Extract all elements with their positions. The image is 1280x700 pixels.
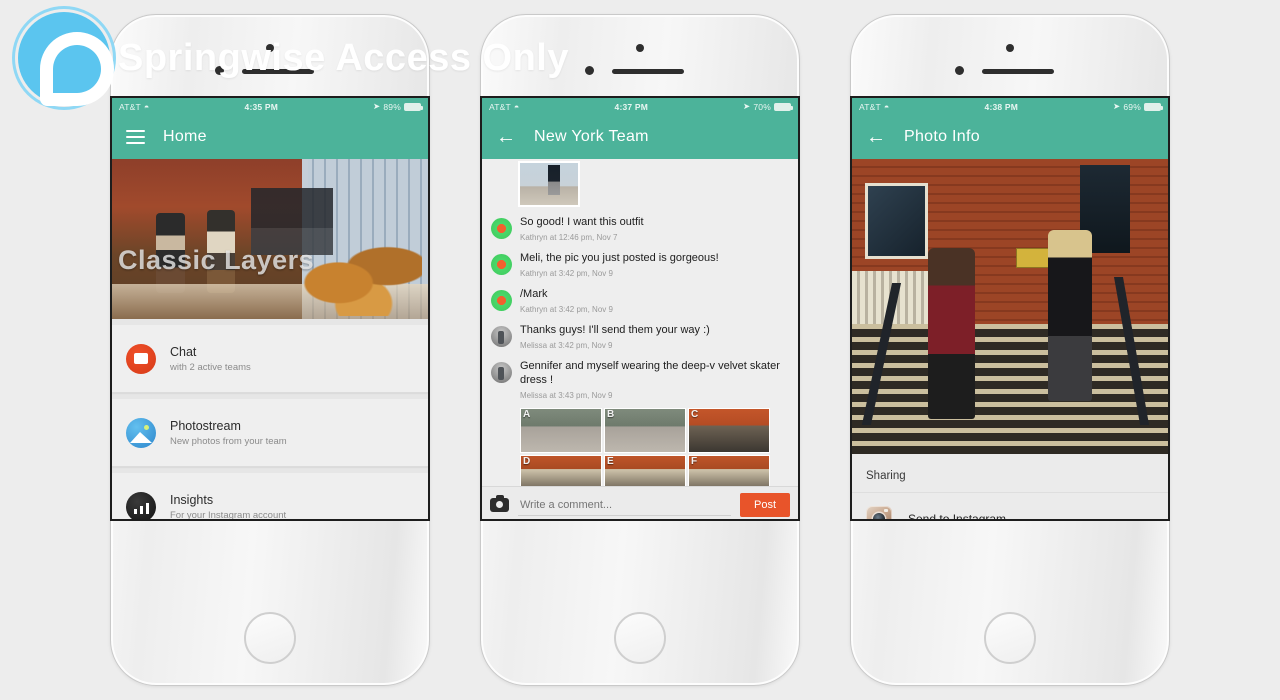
insights-chart-icon	[126, 491, 156, 519]
page-title: New York Team	[534, 128, 649, 145]
battery-percent: 70%	[753, 101, 771, 112]
hero-image[interactable]: Classic Layers	[112, 159, 428, 319]
message-meta: Melissa at 3:42 pm, Nov 9	[520, 340, 613, 350]
post-button[interactable]: Post	[739, 493, 790, 517]
status-right: ➤ 70%	[743, 101, 793, 112]
chat-bubble-icon	[126, 343, 156, 374]
staircase-photo	[852, 159, 1168, 454]
message-meta: Kathryn at 12:46 pm, Nov 7	[520, 232, 618, 242]
app-bar: Home	[112, 115, 428, 159]
phone-team-chat: AT&T ◓ 4:37 PM ➤ 70% ← New York Team So …	[480, 14, 800, 686]
photo-preview[interactable]	[852, 159, 1168, 454]
status-bar: AT&T ◓ 4:38 PM ➤ 69%	[852, 98, 1168, 115]
proximity-sensor-icon	[585, 66, 594, 75]
chat-message-list[interactable]: So good! I want this outfit Kathryn at 1…	[482, 159, 798, 519]
back-arrow-icon[interactable]: ←	[496, 127, 516, 147]
grid-photo-label: D	[523, 455, 531, 467]
home-button[interactable]	[244, 612, 296, 664]
comment-input[interactable]	[518, 494, 731, 516]
grid-photo-label: C	[691, 408, 699, 420]
message-text: So good! I want this outfit	[520, 216, 644, 228]
card-title: Chat	[170, 344, 197, 359]
home-card-list: Chat with 2 active teams Photostream New…	[112, 319, 428, 521]
message-meta: Melissa at 3:43 pm, Nov 9	[520, 390, 613, 400]
avatar	[491, 253, 512, 275]
photostream-icon	[126, 417, 156, 448]
photo-info-list: Sharing Send to Instagram Send to Other …	[852, 454, 1168, 521]
message-text: Meli, the pic you just posted is gorgeou…	[520, 251, 719, 264]
card-subtitle: with 2 active teams	[170, 361, 251, 373]
chat-message[interactable]: So good! I want this outfit Kathryn at 1…	[482, 211, 798, 247]
chat-message[interactable]: Gennifer and myself wearing the deep-v v…	[482, 355, 798, 405]
battery-percent: 69%	[1123, 101, 1141, 112]
watermark-text: Springwise Access Only	[118, 36, 569, 79]
grid-photo-label: B	[607, 408, 615, 420]
phone-home: AT&T ◓ 4:35 PM ➤ 89% Home Classic Layers…	[110, 14, 430, 686]
list-item-insights[interactable]: Insights For your Instagram account	[112, 473, 428, 521]
front-camera-icon	[636, 44, 644, 52]
watermark: Springwise Access Only	[18, 12, 569, 106]
hamburger-menu-icon[interactable]	[126, 130, 145, 144]
phone-screen: AT&T ◓ 4:35 PM ➤ 89% Home Classic Layers…	[110, 96, 430, 521]
grid-photo-label: F	[691, 455, 698, 467]
grid-photo-label: A	[523, 408, 531, 420]
back-arrow-icon[interactable]: ←	[866, 127, 886, 147]
grid-photo[interactable]: A	[520, 407, 602, 453]
springwise-logo-icon	[18, 12, 114, 106]
chat-message[interactable]: /Mark Kathryn at 3:42 pm, Nov 9	[482, 283, 798, 319]
message-text: Gennifer and myself wearing the deep-v v…	[520, 359, 780, 386]
card-subtitle: New photos from your team	[170, 435, 287, 447]
home-button[interactable]	[984, 612, 1036, 664]
status-left: AT&T ◓	[859, 102, 890, 112]
chat-message[interactable]: Thanks guys! I'll send them your way :) …	[482, 319, 798, 355]
card-title: Insights	[170, 492, 214, 507]
share-option-label: Send to Instagram	[908, 512, 1007, 521]
hero-overlay-label: Classic Layers	[118, 245, 315, 275]
grid-photo-label: E	[607, 455, 614, 467]
app-bar: ← Photo Info	[852, 115, 1168, 159]
page-title: Photo Info	[904, 128, 980, 145]
phone-screen: AT&T ◓ 4:37 PM ➤ 70% ← New York Team So …	[480, 96, 800, 521]
store-window-image	[112, 159, 428, 319]
screenshot-stage: AT&T ◓ 4:35 PM ➤ 89% Home Classic Layers…	[0, 0, 1280, 700]
camera-icon[interactable]	[490, 495, 509, 512]
avatar	[491, 289, 512, 311]
phone-screen: AT&T ◓ 4:38 PM ➤ 69% ← Photo Info Sharin…	[850, 96, 1170, 521]
page-title: Home	[163, 128, 207, 145]
phone-photo-info: AT&T ◓ 4:38 PM ➤ 69% ← Photo Info Sharin…	[850, 14, 1170, 686]
status-time: 4:38 PM	[984, 101, 1019, 112]
battery-icon	[774, 102, 793, 111]
front-camera-icon	[1006, 44, 1014, 52]
section-title-sharing: Sharing	[866, 470, 906, 482]
proximity-sensor-icon	[955, 66, 964, 75]
card-subtitle: For your Instagram account	[170, 509, 287, 521]
status-right: ➤ 69%	[1113, 101, 1163, 112]
message-photo-thumbnail[interactable]	[518, 161, 580, 207]
message-meta: Kathryn at 3:42 pm, Nov 9	[520, 268, 613, 278]
location-arrow-icon: ➤	[743, 101, 751, 111]
share-option-instagram[interactable]: Send to Instagram	[852, 492, 1168, 521]
grid-photo[interactable]: C	[688, 407, 770, 453]
list-item-chat[interactable]: Chat with 2 active teams	[112, 325, 428, 393]
comment-composer: Post	[482, 486, 798, 519]
message-text: /Mark	[520, 287, 548, 300]
battery-icon	[1144, 102, 1163, 111]
app-bar: ← New York Team	[482, 115, 798, 159]
list-item-photostream[interactable]: Photostream New photos from your team	[112, 399, 428, 467]
location-arrow-icon: ➤	[1113, 101, 1121, 111]
card-title: Photostream	[170, 418, 241, 433]
avatar	[491, 325, 512, 347]
grid-photo[interactable]: B	[604, 407, 686, 453]
earpiece-speaker	[982, 69, 1054, 74]
home-button[interactable]	[614, 612, 666, 664]
carrier-label: AT&T	[859, 101, 881, 112]
message-meta: Kathryn at 3:42 pm, Nov 9	[520, 304, 613, 314]
avatar	[491, 218, 512, 239]
earpiece-speaker	[612, 69, 684, 74]
message-text: Thanks guys! I'll send them your way :)	[520, 323, 710, 336]
chat-message[interactable]: Meli, the pic you just posted is gorgeou…	[482, 247, 798, 283]
instagram-icon	[866, 506, 892, 519]
avatar	[491, 361, 512, 383]
